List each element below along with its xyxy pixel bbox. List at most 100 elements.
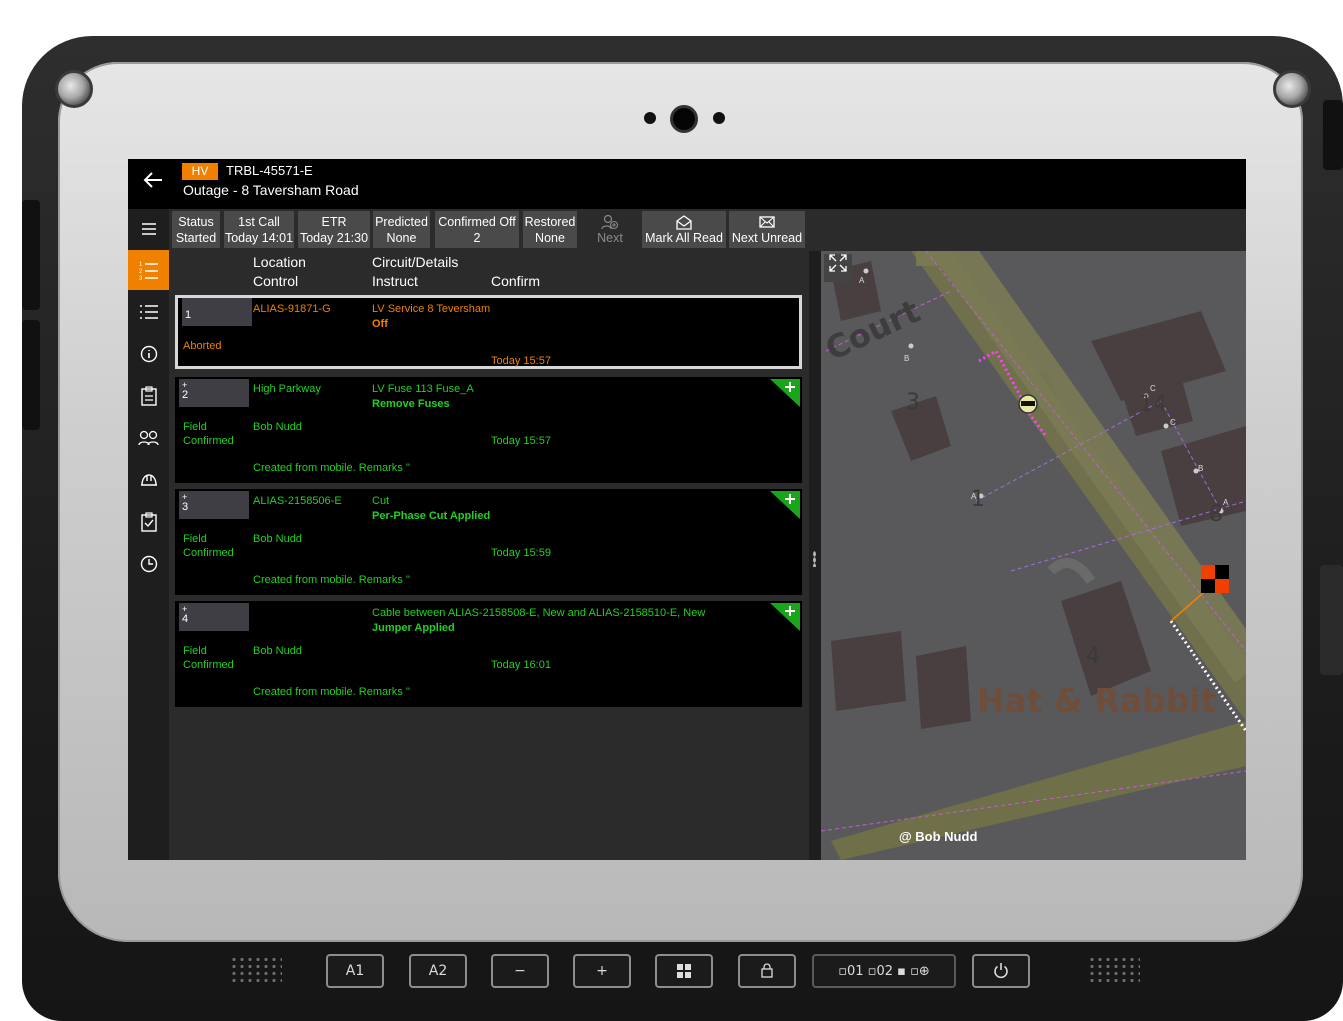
predicted-tile[interactable]: Predicted None [373,211,430,248]
mark-all-read-label: Mark All Read [645,231,723,245]
voltage-badge: HV [182,163,218,180]
svg-text:1: 1 [139,262,143,268]
next-button[interactable]: Next [583,211,637,248]
next-unread-button[interactable]: Next Unread [729,211,805,248]
step-time: Today 15:57 [491,435,551,447]
map-node-letter: C [1150,384,1156,393]
first-call-label: 1st Call [238,215,280,229]
step-remarks: Created from mobile. Remarks '' [253,574,411,586]
windows-button[interactable] [655,954,713,988]
first-call-tile[interactable]: 1st Call Today 14:01 [224,211,294,248]
a1-button[interactable]: A1 [326,954,384,988]
predicted-label: Predicted [375,215,428,229]
map-node-letter: B [904,354,909,363]
status-value: Started [175,231,217,245]
expand-map-icon[interactable] [824,254,852,282]
step-card[interactable]: + 3 ALIAS-2158506-E Cut Per-Phase Cut Ap… [175,489,802,595]
column-control: Control [253,273,299,289]
a2-button[interactable]: A2 [409,954,467,988]
map-house-number: 3 [906,390,920,415]
nav-tasks[interactable] [128,502,169,542]
add-flag-icon[interactable] [770,379,800,407]
map-house-number: 14 [1139,392,1167,417]
nav-crew[interactable] [128,418,169,458]
map-node-letter: A [971,492,977,501]
nav-info[interactable] [128,334,169,374]
map-poi-label: Hat & Rabbit [977,681,1217,720]
step-card[interactable]: + 2 High Parkway LV Fuse 113 Fuse_A Remo… [175,377,802,483]
step-circuit: Cut [372,495,390,507]
step-location: High Parkway [253,383,321,395]
next-unread-label: Next Unread [731,231,803,245]
nav-clipboard[interactable] [128,376,169,416]
side-port [22,320,40,430]
add-flag-icon[interactable] [770,603,800,631]
volume-down-button[interactable]: − [491,954,549,988]
status-tile[interactable]: Status Started [172,211,220,248]
step-state: Confirmed [183,435,234,447]
camera-icon [670,105,698,133]
side-port [1323,100,1343,170]
nav-safety[interactable] [128,460,169,500]
speaker-grille [230,956,282,984]
side-port [1320,565,1343,675]
nav-switching-steps[interactable]: 123 [128,250,169,290]
confirmed-off-label: Confirmed Off [438,215,516,229]
step-instruction: Jumper Applied [372,622,455,634]
speaker-grille [1088,956,1140,984]
step-person: Bob Nudd [253,421,302,433]
sensor-icon [644,112,656,124]
open-envelope-icon [642,214,726,230]
column-confirm: Confirm [491,273,541,289]
mark-all-read-button[interactable]: Mark All Read [642,211,726,248]
trouble-reference: TRBL-45571-E [226,163,313,178]
drag-handle-icon [813,551,816,567]
numbered-list-icon: 123 [139,262,158,281]
step-state: Confirmed [183,547,234,559]
step-number: + 4 [179,603,249,631]
step-instruction: Per-Phase Cut Applied [372,510,491,522]
add-flag-icon[interactable] [770,491,800,519]
step-card[interactable]: 1 ALIAS-91871-G LV Service 8 Teversham O… [175,295,802,369]
info-icon [140,345,157,363]
rotation-lock-button[interactable] [738,954,796,988]
nav-list[interactable] [128,292,169,332]
step-instruction: Off [372,318,388,330]
svg-text:3: 3 [139,276,143,281]
screw-icon [55,70,93,108]
step-person: Bob Nudd [253,533,302,545]
hardware-button-row: A1 A2 − + ▫01 ▫02 ▪ ▫⊕ [0,952,1343,992]
confirmed-off-tile[interactable]: Confirmed Off 2 [435,211,519,248]
restored-label: Restored [524,215,576,229]
map-node-letter: A [1223,498,1229,507]
windows-icon [677,964,691,978]
status-label: Status [178,215,214,229]
etr-tile[interactable]: ETR Today 21:30 [298,211,370,248]
sensor-icon [713,112,725,124]
back-arrow-icon[interactable] [142,169,168,195]
step-number: + 3 [179,491,249,519]
hard-hat-icon [140,474,157,486]
step-number: + 2 [179,379,249,407]
person-add-icon [583,214,637,230]
pane-splitter[interactable] [809,251,821,860]
header-bar: HV TRBL-45571-E Outage - 8 Taversham Roa… [128,159,1246,209]
column-circuit: Circuit/Details [372,254,459,270]
expand-plus-icon: + [182,492,188,502]
power-button[interactable] [972,954,1030,988]
nav-menu[interactable] [128,209,169,249]
app-screen: HV TRBL-45571-E Outage - 8 Taversham Roa… [128,159,1246,860]
volume-up-button[interactable]: + [573,954,631,988]
restored-tile[interactable]: Restored None [523,211,577,248]
step-column-headers: Location Control Circuit/Details Instruc… [169,251,809,295]
network-map[interactable]: 3 14 1 8 4 A B C C B A A Court Hat & Rab… [821,251,1246,860]
expand-plus-icon: + [182,380,188,390]
step-time: Today 15:59 [491,547,551,559]
step-card[interactable]: + 4 Cable between ALIAS-2158508-E, New a… [175,601,802,707]
step-person: Bob Nudd [253,645,302,657]
map-node-letter: B [1198,464,1203,473]
restored-value: None [535,231,565,245]
step-instruction: Remove Fuses [372,398,450,410]
nav-history[interactable] [128,544,169,584]
list-icon [139,305,158,319]
